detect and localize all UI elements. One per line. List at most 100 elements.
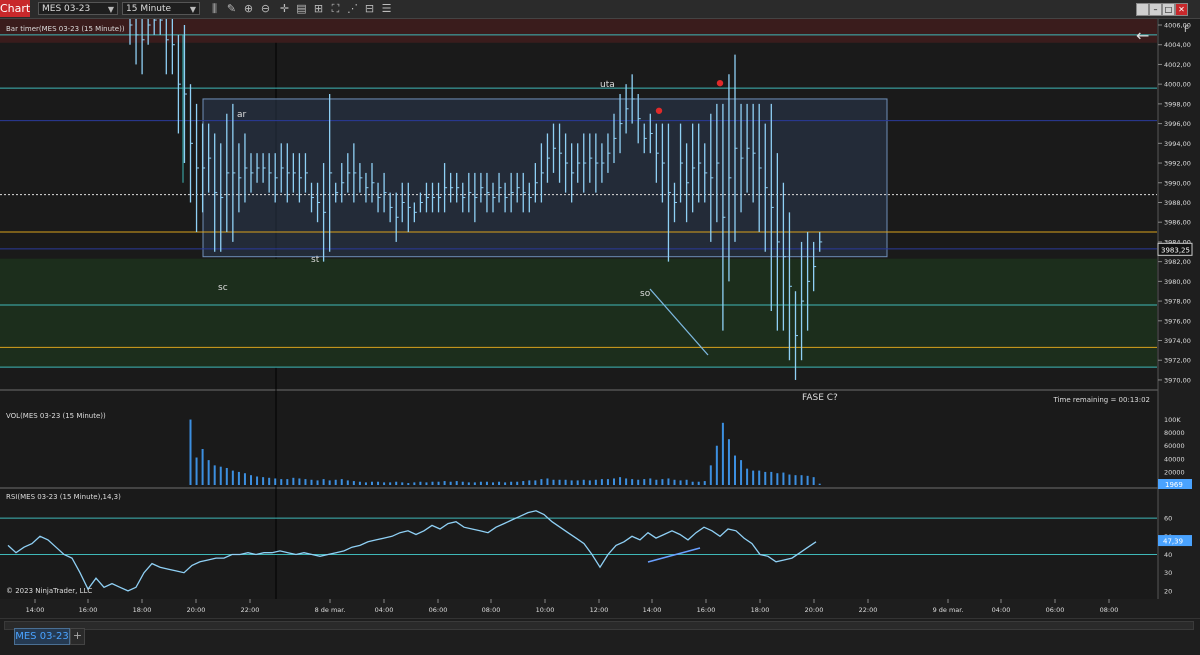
f-button[interactable]: F [1184, 25, 1189, 35]
strategies-icon[interactable]: ⊟ [363, 2, 376, 15]
price-tick-label: 4002,00 [1164, 61, 1191, 69]
close-icon[interactable]: ✕ [1175, 3, 1188, 16]
menu-list-icon[interactable]: ☰ [380, 2, 393, 15]
price-tick-label: 3998,00 [1164, 100, 1191, 108]
volume-bar [613, 478, 615, 485]
volume-bar [485, 481, 488, 485]
volume-bar [443, 481, 446, 485]
maximize-icon[interactable]: □ [1162, 3, 1175, 16]
current-price-label: 3983,25 [1161, 246, 1190, 254]
chart-canvas[interactable]: 4006,004004,004002,004000,003998,003996,… [0, 19, 1200, 619]
volume-bar [510, 481, 513, 485]
annotation-st: st [311, 255, 320, 265]
volume-bar [286, 479, 289, 485]
price-tick-label: 3992,00 [1164, 160, 1191, 168]
chevron-down-icon: ▼ [107, 5, 114, 14]
volume-tick-label: 100K [1164, 416, 1181, 424]
volume-bar [540, 479, 543, 485]
chart-tab[interactable]: Chart [0, 0, 30, 17]
volume-bar [473, 482, 476, 485]
volume-bar [818, 483, 821, 485]
chart-toolbar: Chart MES 03-23 ▼ 15 Minute ▼ ⫼ ✎ ⊕ ⊖ ✛ … [0, 0, 1200, 19]
volume-bar [461, 481, 464, 485]
volume-bar [788, 474, 791, 485]
volume-bar [582, 479, 585, 485]
signal-marker-red [716, 79, 724, 87]
volume-bar [697, 481, 700, 485]
volume-bar [734, 455, 736, 485]
volume-bar [377, 481, 380, 485]
time-remaining-label: Time remaining = 00:13:02 [1053, 396, 1150, 404]
bar-type-icon[interactable]: ⫼ [208, 2, 221, 15]
volume-panel [0, 391, 1158, 487]
volume-bar [364, 482, 367, 485]
volume-bar [225, 467, 228, 485]
time-tick-label: 20:00 [805, 606, 824, 614]
volume-bar [667, 478, 670, 485]
volume-bar [389, 482, 392, 485]
horizontal-scrollbar[interactable] [4, 621, 1194, 630]
volume-bar [534, 480, 537, 485]
draw-tool-icon[interactable]: ✎ [225, 2, 238, 15]
annotation-so: so [640, 289, 651, 299]
crosshair-icon[interactable]: ✛ [278, 2, 291, 15]
volume-bar [207, 460, 210, 485]
volume-tick-label: 80000 [1164, 429, 1185, 437]
volume-tick-label: 40000 [1164, 455, 1185, 463]
indicators-icon[interactable]: ⋰ [346, 2, 359, 15]
volume-bar [371, 481, 373, 485]
volume-bar [606, 479, 609, 485]
tab-mes-03-23[interactable]: MES 03-23 [14, 628, 70, 645]
price-tick-label: 3976,00 [1164, 317, 1191, 325]
rsi-tick-label: 30 [1164, 569, 1172, 577]
volume-bar [594, 479, 597, 485]
instrument-selector[interactable]: MES 03-23 ▼ [38, 2, 118, 15]
volume-bar [298, 478, 301, 485]
zoom-out-icon[interactable]: ⊖ [259, 2, 272, 15]
volume-bar [328, 480, 331, 485]
volume-bar [237, 471, 240, 485]
volume-bar [806, 475, 809, 485]
time-tick-label: 04:00 [375, 606, 394, 614]
time-tick-label: 06:00 [429, 606, 448, 614]
price-tick-label: 3972,00 [1164, 357, 1191, 365]
price-tick-label: 3988,00 [1164, 199, 1191, 207]
rsi-panel [0, 489, 1158, 599]
volume-bar [413, 482, 416, 485]
add-tab-button[interactable]: + [70, 628, 85, 645]
zoom-in-icon[interactable]: ⊕ [242, 2, 255, 15]
volume-bar [322, 479, 325, 485]
back-arrow-icon[interactable]: ← [1136, 26, 1149, 45]
interval-selector[interactable]: 15 Minute ▼ [122, 2, 200, 15]
volume-bar [764, 471, 767, 485]
price-tick-label: 3970,00 [1164, 376, 1191, 384]
volume-bar [280, 479, 283, 485]
window-menu-icon[interactable] [1136, 3, 1149, 16]
volume-bar [498, 481, 501, 485]
volume-bar [262, 477, 265, 485]
volume-bar [552, 479, 555, 485]
volume-bar [467, 482, 470, 485]
rsi-tick-label: 60 [1164, 515, 1172, 523]
volume-bar [661, 479, 664, 485]
minimize-icon[interactable]: – [1149, 3, 1162, 16]
data-box-icon[interactable]: ▤ [295, 2, 308, 15]
snapshot-icon[interactable]: ⛶ [329, 2, 342, 15]
annotation-sc: sc [218, 283, 228, 293]
time-tick-label: 12:00 [590, 606, 609, 614]
volume-bar [637, 479, 640, 485]
volume-bar [758, 470, 761, 485]
volume-bar [334, 479, 337, 485]
price-tick-label: 3996,00 [1164, 120, 1191, 128]
volume-bar [643, 479, 646, 485]
volume-bar [425, 482, 428, 485]
volume-bar [546, 478, 549, 485]
volume-bar [346, 480, 349, 485]
properties-icon[interactable]: ⊞ [312, 2, 325, 15]
time-tick-label: 22:00 [859, 606, 878, 614]
volume-bar [358, 481, 361, 485]
time-tick-label: 14:00 [643, 606, 662, 614]
interval-value: 15 Minute [126, 4, 172, 14]
volume-bar [395, 481, 398, 485]
volume-bar [201, 449, 204, 485]
